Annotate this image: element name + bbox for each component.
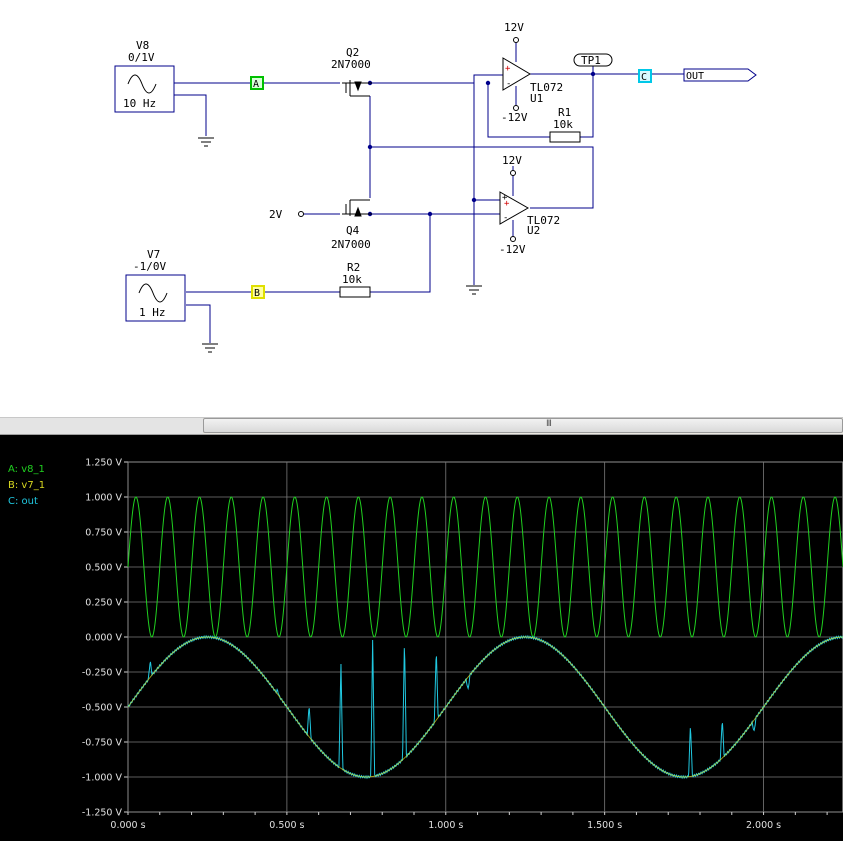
x-tick-label: 2.000 s	[746, 820, 781, 831]
probe-a[interactable]: A	[250, 76, 264, 90]
scope-plot[interactable]: 1.250 V 1.000 V 0.750 V 0.500 V 0.250 V 0.000…	[0, 435, 843, 841]
v7-value: -1/0V	[133, 260, 166, 273]
svg-text:B: B	[254, 288, 260, 299]
u1-vpos-terminal	[513, 37, 519, 43]
svg-text:C: C	[641, 72, 647, 83]
horizontal-scrollbar[interactable]: III	[0, 417, 843, 435]
u2-opamp[interactable]: + + -	[499, 191, 530, 225]
u2-vneg: -12V	[499, 243, 526, 256]
svg-text:OUT: OUT	[686, 71, 704, 82]
u1-vneg-terminal	[513, 105, 519, 111]
v8-value: 0/1V	[128, 51, 155, 64]
u1-minus: -	[506, 79, 511, 89]
u2-ref: U2	[527, 224, 540, 237]
y-tick-label: -0.500 V	[82, 703, 123, 714]
u1-ref: U1	[530, 92, 543, 105]
u2-vneg-terminal	[510, 236, 516, 242]
svg-text:TP1: TP1	[581, 54, 601, 67]
y-tick-label: -0.250 V	[82, 668, 123, 679]
y-tick-label: 0.750 V	[85, 528, 122, 539]
u1-vneg: -12V	[501, 111, 528, 124]
x-tick-label: 1.000 s	[428, 820, 463, 831]
q4-model: 2N7000	[331, 238, 371, 251]
u1-plus: +	[505, 64, 511, 74]
r2-resistor[interactable]	[339, 286, 371, 298]
y-tick-label: 1.250 V	[85, 458, 122, 469]
v7-source[interactable]: 1 Hz	[125, 274, 186, 322]
u2-minus: -	[503, 213, 508, 223]
v8-source[interactable]: 10 Hz	[114, 65, 175, 113]
x-tick-label: 1.500 s	[587, 820, 622, 831]
y-tick-label: -1.000 V	[82, 773, 123, 784]
probe-c[interactable]: C	[638, 69, 652, 83]
q4-mosfet[interactable]	[342, 199, 372, 217]
testpoint-tp1[interactable]: TP1	[573, 53, 613, 67]
r1-resistor[interactable]	[549, 131, 581, 143]
probe-b[interactable]: B	[251, 285, 265, 299]
out-connector[interactable]: OUT	[683, 68, 757, 82]
schematic-drawing: 10 Hz V8 0/1V 1 Hz V7 -1/0V Q2 2N7000 Q4…	[114, 21, 757, 353]
y-tick-label: 0.000 V	[85, 633, 122, 644]
x-tick-label: 0.000 s	[110, 820, 145, 831]
v7-freq: 1 Hz	[139, 306, 166, 319]
r1-value: 10k	[553, 118, 573, 131]
y-tick-label: 0.250 V	[85, 598, 122, 609]
q2-model: 2N7000	[331, 58, 371, 71]
gate-bias-label: 2V	[269, 208, 283, 221]
y-tick-label: -0.750 V	[82, 738, 123, 749]
y-tick-label: -1.250 V	[82, 808, 123, 819]
schematic-canvas[interactable]: 10 Hz V8 0/1V 1 Hz V7 -1/0V Q2 2N7000 Q4…	[0, 0, 843, 417]
u2-vpos-terminal	[510, 170, 516, 176]
u2-vpos: 12V	[502, 154, 522, 167]
gate-bias-terminal[interactable]	[298, 211, 304, 217]
u1-opamp[interactable]: + -	[502, 57, 531, 91]
r2-value: 10k	[342, 273, 362, 286]
y-tick-label: 0.500 V	[85, 563, 122, 574]
scrollbar-grip-icon: III	[546, 419, 552, 429]
q4-name: Q4	[346, 224, 360, 237]
v8-freq: 10 Hz	[123, 97, 156, 110]
u1-vpos: 12V	[504, 21, 524, 34]
u2-plus-red: +	[504, 199, 510, 209]
x-tick-label: 0.500 s	[269, 820, 304, 831]
q2-mosfet[interactable]	[342, 80, 372, 97]
scrollbar-track[interactable]	[0, 418, 203, 434]
y-tick-label: 1.000 V	[85, 493, 122, 504]
svg-text:A: A	[253, 79, 259, 90]
scrollbar-thumb[interactable]	[203, 418, 843, 433]
